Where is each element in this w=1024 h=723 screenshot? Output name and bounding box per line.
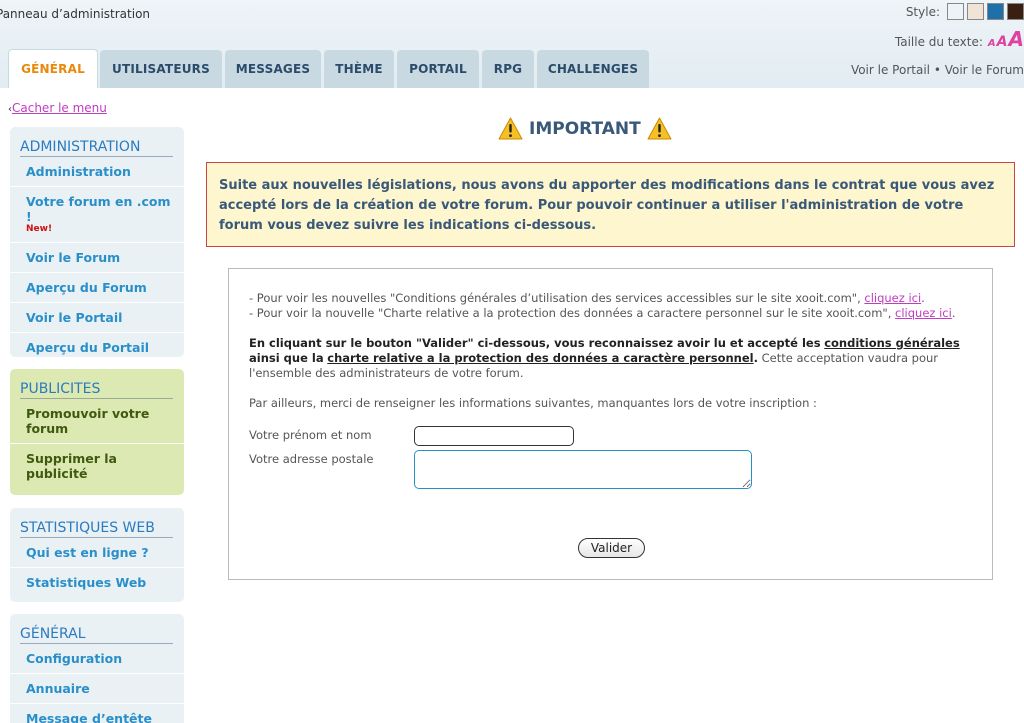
address-input[interactable] xyxy=(414,450,752,489)
accept-text-1: En cliquant sur le bouton "Valider" ci-d… xyxy=(249,336,821,350)
acceptance-panel: - Pour voir les nouvelles "Conditions gé… xyxy=(228,268,993,580)
address-row: Votre adresse postale xyxy=(249,450,972,489)
tab-messages[interactable]: MESSAGES xyxy=(225,50,321,88)
link-separator: • xyxy=(933,63,941,77)
sidebar-section-title: PUBLICITES xyxy=(20,381,173,399)
view-portal-link[interactable]: Voir le Portail xyxy=(851,63,930,77)
warning-icon xyxy=(647,117,672,140)
accept-text-2: ainsi que la xyxy=(249,351,324,365)
text-size-medium[interactable]: A xyxy=(997,34,1008,50)
style-swatch-beige[interactable] xyxy=(967,3,984,20)
sidebar-item-administration[interactable]: Administration xyxy=(10,157,184,187)
cgu-link[interactable]: cliquez ici xyxy=(864,291,921,305)
important-heading: IMPORTANT xyxy=(498,117,672,140)
fullname-label: Votre prénom et nom xyxy=(249,428,372,442)
sidebar-section-administration: ADMINISTRATION Administration Votre foru… xyxy=(10,127,184,357)
fullname-row: Votre prénom et nom xyxy=(249,426,972,446)
cgu-line: - Pour voir les nouvelles "Conditions gé… xyxy=(249,291,861,305)
style-label: Style: xyxy=(905,4,940,19)
sidebar-section-title: GÉNÉRAL xyxy=(20,626,173,644)
sidebar-section-title: ADMINISTRATION xyxy=(20,139,173,157)
charter-link[interactable]: cliquez ici xyxy=(895,306,952,320)
tab-portail[interactable]: PORTAIL xyxy=(397,50,479,88)
new-badge: New! xyxy=(26,224,53,234)
panel-title: Panneau d’administration xyxy=(0,7,151,21)
sidebar-item-apercu-portail[interactable]: Aperçu du Portail xyxy=(10,333,184,362)
warning-icon xyxy=(498,117,523,140)
style-swatch-dark[interactable] xyxy=(1007,3,1024,20)
sidebar-item-forum-com[interactable]: Votre forum en .com ! New! xyxy=(10,187,184,243)
charter-line: - Pour voir la nouvelle "Charte relative… xyxy=(249,306,892,320)
sidebar-section-general: GÉNÉRAL Configuration Annuaire Message d… xyxy=(10,614,184,723)
info-text: Par ailleurs, merci de renseigner les in… xyxy=(249,396,817,410)
fullname-input[interactable] xyxy=(414,426,574,446)
sidebar-item-supprimer-pub[interactable]: Supprimer la publicité xyxy=(10,444,184,488)
sidebar-item-configuration[interactable]: Configuration xyxy=(10,644,184,674)
hide-menu-link[interactable]: Cacher le menu xyxy=(12,101,107,115)
sidebar-item-label: Votre forum en .com ! xyxy=(26,194,171,224)
text-size-selector: Taille du texte: A A A xyxy=(895,27,1024,51)
text-size-label: Taille du texte: xyxy=(894,35,983,49)
style-swatch-blue[interactable] xyxy=(987,3,1004,20)
sidebar-item-message-entete[interactable]: Message d’entête xyxy=(10,704,184,723)
sidebar-item-qui-en-ligne[interactable]: Qui est en ligne ? xyxy=(10,538,184,568)
conditions-link[interactable]: conditions générales xyxy=(824,336,960,350)
privacy-charter-link[interactable]: charte relative a la protection des donn… xyxy=(327,351,753,365)
validate-button[interactable]: Valider xyxy=(578,538,645,558)
alert-text: Suite aux nouvelles législations, nous a… xyxy=(219,178,995,233)
style-swatch-light[interactable] xyxy=(947,3,964,20)
tab-rpg[interactable]: RPG xyxy=(482,50,534,88)
address-label: Votre adresse postale xyxy=(249,452,374,466)
sidebar-item-voir-forum[interactable]: Voir le Forum xyxy=(10,243,184,273)
text-size-small[interactable]: A xyxy=(988,38,996,49)
style-selector: Style: xyxy=(906,3,1024,20)
tab-theme[interactable]: THÈME xyxy=(324,50,394,88)
text-size-large[interactable]: A xyxy=(1009,27,1024,51)
sidebar-item-annuaire[interactable]: Annuaire xyxy=(10,674,184,704)
important-title-text: IMPORTANT xyxy=(529,118,641,139)
view-forum-link[interactable]: Voir le Forum xyxy=(945,63,1024,77)
sidebar-section-publicites: PUBLICITES Promouvoir votre forum Suppri… xyxy=(10,369,184,495)
sidebar-section-title: STATISTIQUES WEB xyxy=(20,520,173,538)
tab-utilisateurs[interactable]: UTILISATEURS xyxy=(100,50,222,88)
hide-menu-toggle[interactable]: ‹Cacher le menu xyxy=(8,101,107,115)
sidebar-item-apercu-forum[interactable]: Aperçu du Forum xyxy=(10,273,184,303)
tab-general[interactable]: GÉNÉRAL xyxy=(8,49,98,88)
sidebar-item-promouvoir[interactable]: Promouvoir votre forum xyxy=(10,399,184,444)
legal-alert-box: Suite aux nouvelles législations, nous a… xyxy=(206,162,1015,247)
sidebar-item-stats-web[interactable]: Statistiques Web xyxy=(10,568,184,597)
header: Panneau d’administration Style: Taille d… xyxy=(0,0,1024,88)
top-links: Voir le Portail • Voir le Forum xyxy=(851,63,1024,77)
sidebar-item-voir-portail[interactable]: Voir le Portail xyxy=(10,303,184,333)
tab-challenges[interactable]: CHALLENGES xyxy=(537,50,649,88)
sidebar-section-stats: STATISTIQUES WEB Qui est en ligne ? Stat… xyxy=(10,508,184,602)
